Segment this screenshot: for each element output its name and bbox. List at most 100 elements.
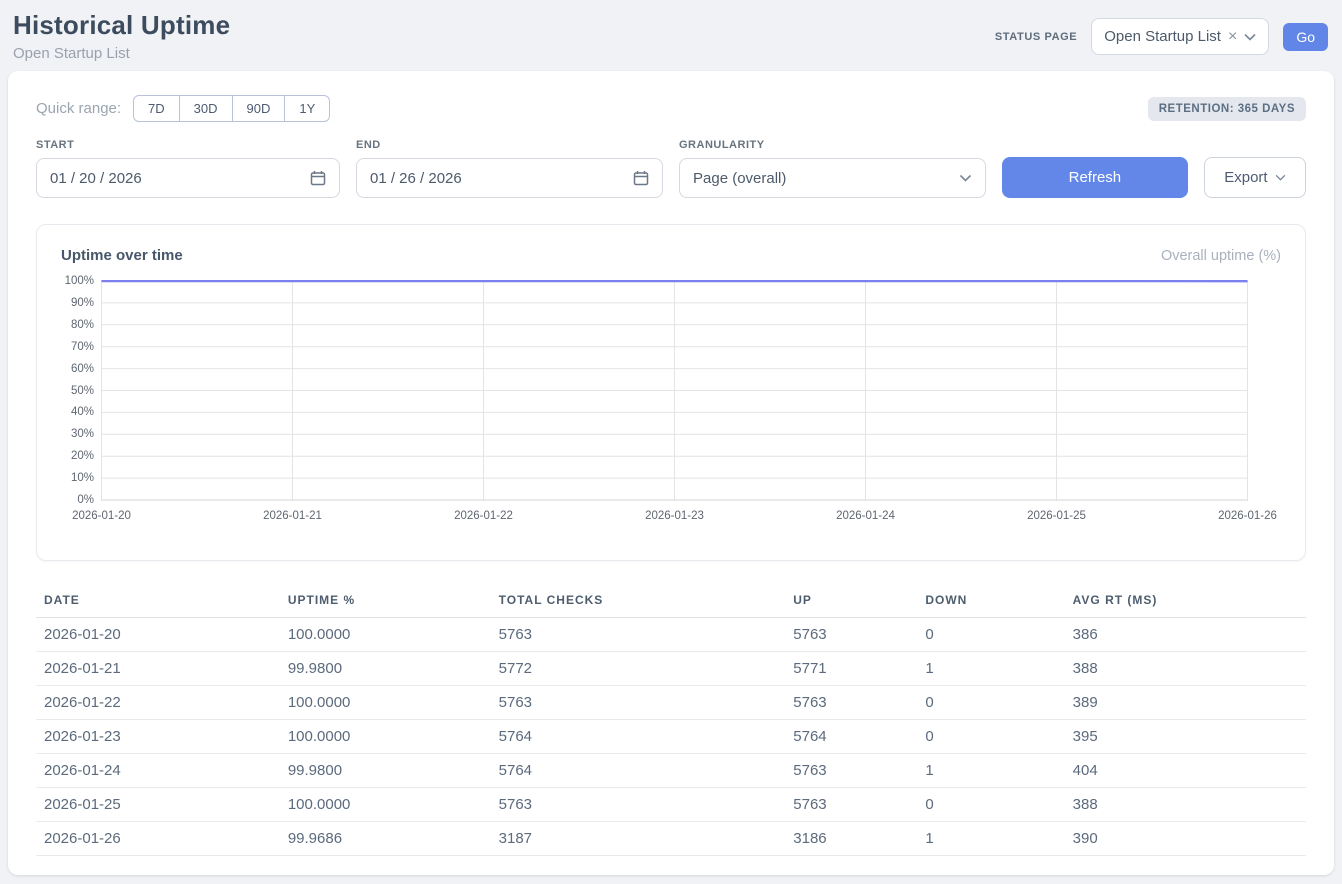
granularity-select[interactable]: Page (overall): [679, 158, 986, 198]
y-axis-tick: 60%: [46, 362, 94, 376]
table-cell: 99.9686: [280, 822, 491, 856]
table-cell: 386: [1065, 618, 1306, 652]
x-axis-tick: 2026-01-20: [72, 510, 131, 522]
table-cell: 3186: [785, 822, 917, 856]
end-date-input[interactable]: 01 / 26 / 2026: [356, 158, 663, 198]
end-date-value: 01 / 26 / 2026: [370, 170, 462, 187]
y-axis-tick: 100%: [46, 274, 94, 288]
uptime-line-chart: [101, 280, 1248, 501]
table-cell: 99.9800: [280, 652, 491, 686]
export-button[interactable]: Export: [1204, 157, 1306, 198]
table-cell: 2026-01-23: [36, 720, 280, 754]
table-cell: 5763: [785, 754, 917, 788]
table-cell: 2026-01-20: [36, 618, 280, 652]
col-avg-rt: AVG RT (MS): [1065, 585, 1306, 618]
page-subtitle: Open Startup List: [13, 45, 230, 62]
quick-range-segmented: 7D 30D 90D 1Y: [133, 95, 330, 122]
table-row: 2026-01-25100.0000576357630388: [36, 788, 1306, 822]
status-page-select[interactable]: Open Startup List ×: [1091, 18, 1269, 55]
x-axis-tick: 2026-01-25: [1027, 510, 1086, 522]
table-cell: 2026-01-25: [36, 788, 280, 822]
y-axis-tick: 50%: [46, 384, 94, 398]
chart-legend: Overall uptime (%): [1161, 248, 1281, 264]
table-cell: 2026-01-22: [36, 686, 280, 720]
table-cell: 5764: [491, 754, 786, 788]
start-date-value: 01 / 20 / 2026: [50, 170, 142, 187]
y-axis-tick: 10%: [46, 471, 94, 485]
end-date-field: END 01 / 26 / 2026: [356, 139, 663, 198]
table-cell: 5763: [491, 788, 786, 822]
x-axis-tick: 2026-01-22: [454, 510, 513, 522]
quick-range-row: Quick range: 7D 30D 90D 1Y RETENTION: 36…: [36, 95, 1306, 122]
start-label: START: [36, 139, 340, 151]
chevron-down-icon: [1275, 174, 1286, 181]
retention-badge: RETENTION: 365 DAYS: [1148, 97, 1306, 121]
table-cell: 1: [917, 822, 1064, 856]
table-cell: 100.0000: [280, 686, 491, 720]
col-date: DATE: [36, 585, 280, 618]
refresh-button[interactable]: Refresh: [1002, 157, 1188, 198]
quick-range-group: Quick range: 7D 30D 90D 1Y: [36, 95, 330, 122]
table-row: 2026-01-2499.9800576457631404: [36, 754, 1306, 788]
table-cell: 388: [1065, 652, 1306, 686]
quick-range-30d[interactable]: 30D: [179, 95, 233, 122]
x-axis-tick: 2026-01-23: [645, 510, 704, 522]
table-cell: 5763: [785, 788, 917, 822]
end-label: END: [356, 139, 663, 151]
y-axis-tick: 70%: [46, 340, 94, 354]
start-date-input[interactable]: 01 / 20 / 2026: [36, 158, 340, 198]
quick-range-90d[interactable]: 90D: [232, 95, 286, 122]
chevron-down-icon: [1244, 33, 1256, 41]
table-cell: 0: [917, 720, 1064, 754]
calendar-icon[interactable]: [310, 170, 326, 186]
table-cell: 5763: [491, 686, 786, 720]
table-cell: 2026-01-24: [36, 754, 280, 788]
table-cell: 3187: [491, 822, 786, 856]
main-card: Quick range: 7D 30D 90D 1Y RETENTION: 36…: [8, 71, 1334, 875]
table-cell: 0: [917, 788, 1064, 822]
chart-wrap: 0%10%20%30%40%50%60%70%80%90%100% 2026-0…: [101, 280, 1248, 528]
table-row: 2026-01-23100.0000576457640395: [36, 720, 1306, 754]
go-button[interactable]: Go: [1283, 23, 1328, 51]
table-row: 2026-01-2199.9800577257711388: [36, 652, 1306, 686]
quick-range-7d[interactable]: 7D: [133, 95, 180, 122]
y-axis-tick: 20%: [46, 449, 94, 463]
table-cell: 388: [1065, 788, 1306, 822]
table-cell: 1: [917, 754, 1064, 788]
y-axis-tick: 40%: [46, 405, 94, 419]
table-cell: 5763: [785, 686, 917, 720]
col-up: UP: [785, 585, 917, 618]
table-cell: 99.9800: [280, 754, 491, 788]
start-date-field: START 01 / 20 / 2026: [36, 139, 340, 198]
chart-title: Uptime over time: [61, 247, 183, 264]
chevron-down-icon: [959, 174, 972, 182]
x-axis-tick: 2026-01-26: [1218, 510, 1277, 522]
uptime-table: DATE UPTIME % TOTAL CHECKS UP DOWN AVG R…: [36, 585, 1306, 856]
table-cell: 390: [1065, 822, 1306, 856]
chart-x-labels: 2026-01-202026-01-212026-01-222026-01-23…: [101, 506, 1248, 528]
table-cell: 5764: [785, 720, 917, 754]
table-cell: 5771: [785, 652, 917, 686]
table-header-row: DATE UPTIME % TOTAL CHECKS UP DOWN AVG R…: [36, 585, 1306, 618]
granularity-field: GRANULARITY Page (overall): [679, 139, 986, 198]
table-cell: 0: [917, 686, 1064, 720]
status-page-value: Open Startup List: [1104, 28, 1221, 45]
table-cell: 5764: [491, 720, 786, 754]
quick-range-1y[interactable]: 1Y: [284, 95, 330, 122]
y-axis-tick: 90%: [46, 296, 94, 310]
quick-range-label: Quick range:: [36, 100, 121, 117]
calendar-icon[interactable]: [633, 170, 649, 186]
chart-plot-area: 0%10%20%30%40%50%60%70%80%90%100%: [101, 280, 1248, 501]
chart-header: Uptime over time Overall uptime (%): [61, 247, 1281, 264]
clear-icon[interactable]: ×: [1228, 29, 1237, 45]
granularity-label: GRANULARITY: [679, 139, 986, 151]
header-right: STATUS PAGE Open Startup List × Go: [995, 18, 1328, 55]
table-cell: 5763: [785, 618, 917, 652]
uptime-table-section: DATE UPTIME % TOTAL CHECKS UP DOWN AVG R…: [36, 585, 1306, 856]
table-cell: 2026-01-26: [36, 822, 280, 856]
chart-card: Uptime over time Overall uptime (%) 0%10…: [36, 224, 1306, 561]
table-cell: 2026-01-21: [36, 652, 280, 686]
table-cell: 404: [1065, 754, 1306, 788]
y-axis-tick: 30%: [46, 427, 94, 441]
table-cell: 5772: [491, 652, 786, 686]
